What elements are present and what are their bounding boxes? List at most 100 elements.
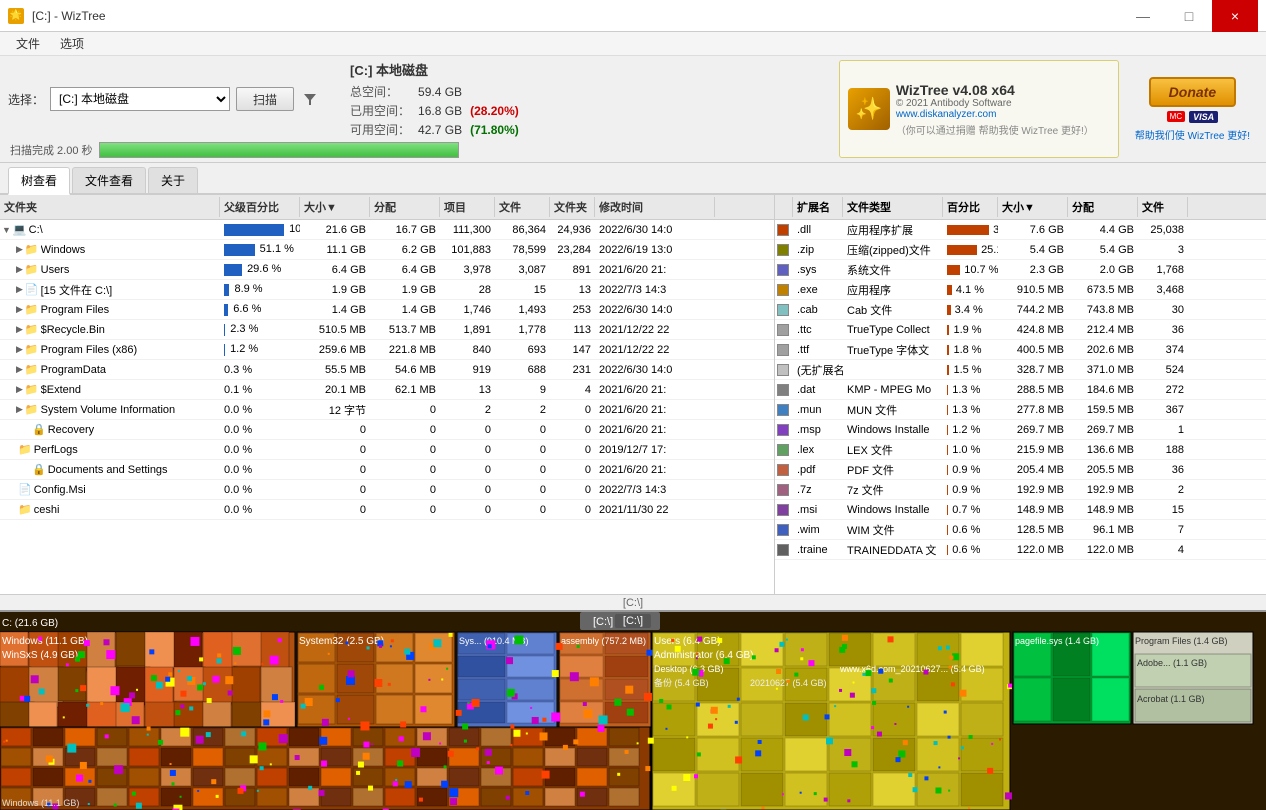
title-controls[interactable]: — □ × <box>1120 0 1258 32</box>
table-row[interactable]: .dat KMP - MPEG Mo 1.3 % 288.5 MB 184.6 … <box>775 380 1266 400</box>
donate-help[interactable]: 帮助我们使 WizTree 更好! <box>1135 127 1250 142</box>
col-items[interactable]: 项目 <box>440 197 495 217</box>
row-dot <box>775 483 793 497</box>
expand-icon[interactable]: ▶ <box>16 384 23 395</box>
expand-icon[interactable]: ▶ <box>16 264 23 275</box>
table-row[interactable]: 🔒 Documents and Settings 0.0 % 0 0 0 0 0… <box>0 460 774 480</box>
expand-icon[interactable]: ▼ <box>2 225 11 235</box>
table-row[interactable]: 🔒 Recovery 0.0 % 0 0 0 0 0 2021/6/20 21: <box>0 420 774 440</box>
table-row[interactable]: .cab Cab 文件 3.4 % 744.2 MB 743.8 MB 30 <box>775 300 1266 320</box>
table-row[interactable]: 📁 PerfLogs 0.0 % 0 0 0 0 0 2019/12/7 17: <box>0 440 774 460</box>
logo-url[interactable]: www.diskanalyzer.com <box>896 109 1094 120</box>
maximize-button[interactable]: □ <box>1166 0 1212 32</box>
table-row[interactable]: .wim WIM 文件 0.6 % 128.5 MB 96.1 MB 7 <box>775 520 1266 540</box>
row-size: 400.5 MB <box>998 343 1068 357</box>
table-row[interactable]: ▶ 📁 ProgramData 0.3 % 55.5 MB 54.6 MB 91… <box>0 360 774 380</box>
table-row[interactable]: ▶ 📁 Windows 51.1 % 11.1 GB 6.2 GB 101,88… <box>0 240 774 260</box>
table-row[interactable]: ▶ 📁 Program Files 6.6 % 1.4 GB 1.4 GB 1,… <box>0 300 774 320</box>
tab-about[interactable]: 关于 <box>148 167 198 193</box>
table-row[interactable]: .zip 压缩(zipped)文件 25.1 % 5.4 GB 5.4 GB 3 <box>775 240 1266 260</box>
app-icon: 🌟 <box>8 8 24 24</box>
donate-button[interactable]: Donate <box>1149 77 1236 107</box>
table-row[interactable]: ▶ 📁 $Recycle.Bin 2.3 % 510.5 MB 513.7 MB… <box>0 320 774 340</box>
col-folders[interactable]: 文件夹 <box>550 197 595 217</box>
scan-button[interactable]: 扫描 <box>236 87 294 111</box>
logo-section: ✨ WizTree v4.08 x64 © 2021 Antibody Soft… <box>839 60 1119 158</box>
row-alloc: 1.4 GB <box>370 303 440 317</box>
table-row[interactable]: ▶ 📁 Users 29.6 % 6.4 GB 6.4 GB 3,978 3,0… <box>0 260 774 280</box>
row-modified: 2022/7/3 14:3 <box>595 283 715 297</box>
table-row[interactable]: ▼ 💻 C:\ 100.0 % 21.6 GB 16.7 GB 111,300 … <box>0 220 774 240</box>
table-row[interactable]: .msp Windows Installe 1.2 % 269.7 MB 269… <box>775 420 1266 440</box>
minimize-button[interactable]: — <box>1120 0 1166 32</box>
col-folder[interactable]: 文件夹 <box>0 197 220 217</box>
table-row[interactable]: .traine TRAINEDDATA 文 0.6 % 122.0 MB 122… <box>775 540 1266 560</box>
row-items: 111,300 <box>440 223 495 237</box>
row-pct: 1.2 % <box>943 423 998 437</box>
expand-icon[interactable]: ▶ <box>16 324 23 335</box>
row-size: 5.4 GB <box>998 243 1068 257</box>
filter-icon[interactable] <box>300 89 320 109</box>
expand-icon[interactable]: ▶ <box>16 304 23 315</box>
row-modified: 2022/6/30 14:0 <box>595 223 715 237</box>
row-alloc: 192.9 MB <box>1068 483 1138 497</box>
row-folders: 13 <box>550 283 595 297</box>
menu-file[interactable]: 文件 <box>8 33 48 54</box>
col-ext[interactable]: 扩展名 <box>793 197 843 217</box>
row-size: 205.4 MB <box>998 463 1068 477</box>
col-rfiles[interactable]: 文件 <box>1138 197 1188 217</box>
expand-icon[interactable]: ▶ <box>16 364 23 375</box>
expand-icon[interactable]: ▶ <box>16 244 23 255</box>
col-rpct[interactable]: 百分比 <box>943 197 998 217</box>
col-files[interactable]: 文件 <box>495 197 550 217</box>
table-row[interactable]: .dll 应用程序扩展 35.3 % 7.6 GB 4.4 GB 25,038 <box>775 220 1266 240</box>
row-dot <box>775 543 793 557</box>
table-row[interactable]: .sys 系统文件 10.7 % 2.3 GB 2.0 GB 1,768 <box>775 260 1266 280</box>
row-items: 919 <box>440 363 495 377</box>
table-row[interactable]: (无扩展名) 1.5 % 328.7 MB 371.0 MB 524 <box>775 360 1266 380</box>
row-ext: .exe <box>793 283 843 297</box>
row-files: 15 <box>1138 503 1188 517</box>
row-pct: 0.6 % <box>943 523 998 537</box>
col-alloc[interactable]: 分配 <box>370 197 440 217</box>
table-row[interactable]: .lex LEX 文件 1.0 % 215.9 MB 136.6 MB 188 <box>775 440 1266 460</box>
row-files: 3,468 <box>1138 283 1188 297</box>
menu-options[interactable]: 选项 <box>52 33 92 54</box>
table-row[interactable]: .exe 应用程序 4.1 % 910.5 MB 673.5 MB 3,468 <box>775 280 1266 300</box>
col-rsize[interactable]: 大小▼ <box>998 197 1068 217</box>
col-size[interactable]: 大小▼ <box>300 197 370 217</box>
table-row[interactable]: .ttf TrueType 字体文 1.8 % 400.5 MB 202.6 M… <box>775 340 1266 360</box>
row-alloc: 136.6 MB <box>1068 443 1138 457</box>
drive-select[interactable]: [C:] 本地磁盘 <box>50 87 230 111</box>
row-modified: 2022/6/30 14:0 <box>595 303 715 317</box>
row-pct: 1.3 % <box>943 383 998 397</box>
treemap[interactable]: [C:\] Windows (11.1 GB)WinSxS (4.9 GB)Sy… <box>0 610 1266 810</box>
expand-icon[interactable]: ▶ <box>16 344 23 355</box>
table-row[interactable]: ▶ 📁 $Extend 0.1 % 20.1 MB 62.1 MB 13 9 4… <box>0 380 774 400</box>
col-ralloc[interactable]: 分配 <box>1068 197 1138 217</box>
tab-tree[interactable]: 树查看 <box>8 167 70 195</box>
row-type: MUN 文件 <box>843 401 943 419</box>
col-parent-pct[interactable]: 父级百分比 <box>220 197 300 217</box>
expand-icon[interactable]: ▶ <box>16 404 23 415</box>
table-row[interactable]: .pdf PDF 文件 0.9 % 205.4 MB 205.5 MB 36 <box>775 460 1266 480</box>
table-row[interactable]: .msi Windows Installe 0.7 % 148.9 MB 148… <box>775 500 1266 520</box>
folder-icon: 📁 <box>25 243 39 256</box>
row-files: 524 <box>1138 363 1188 377</box>
table-row[interactable]: ▶ 📄 [15 文件在 C:\] 8.9 % 1.9 GB 1.9 GB 28 … <box>0 280 774 300</box>
table-row[interactable]: ▶ 📁 System Volume Information 0.0 % 12 字… <box>0 400 774 420</box>
expand-icon[interactable]: ▶ <box>16 284 23 295</box>
table-row[interactable]: ▶ 📁 Program Files (x86) 1.2 % 259.6 MB 2… <box>0 340 774 360</box>
row-ext: .dll <box>793 223 843 237</box>
tab-file[interactable]: 文件查看 <box>72 167 146 193</box>
svg-text:Desktop (6.3 GB): Desktop (6.3 GB) <box>654 664 724 674</box>
table-row[interactable]: .mun MUN 文件 1.3 % 277.8 MB 159.5 MB 367 <box>775 400 1266 420</box>
col-modified[interactable]: 修改时间 <box>595 197 715 217</box>
col-type[interactable]: 文件类型 <box>843 197 943 217</box>
close-button[interactable]: × <box>1212 0 1258 32</box>
table-row[interactable]: 📁 ceshi 0.0 % 0 0 0 0 0 2021/11/30 22 <box>0 500 774 520</box>
row-dot <box>775 403 793 417</box>
table-row[interactable]: .7z 7z 文件 0.9 % 192.9 MB 192.9 MB 2 <box>775 480 1266 500</box>
table-row[interactable]: 📄 Config.Msi 0.0 % 0 0 0 0 0 2022/7/3 14… <box>0 480 774 500</box>
table-row[interactable]: .ttc TrueType Collect 1.9 % 424.8 MB 212… <box>775 320 1266 340</box>
